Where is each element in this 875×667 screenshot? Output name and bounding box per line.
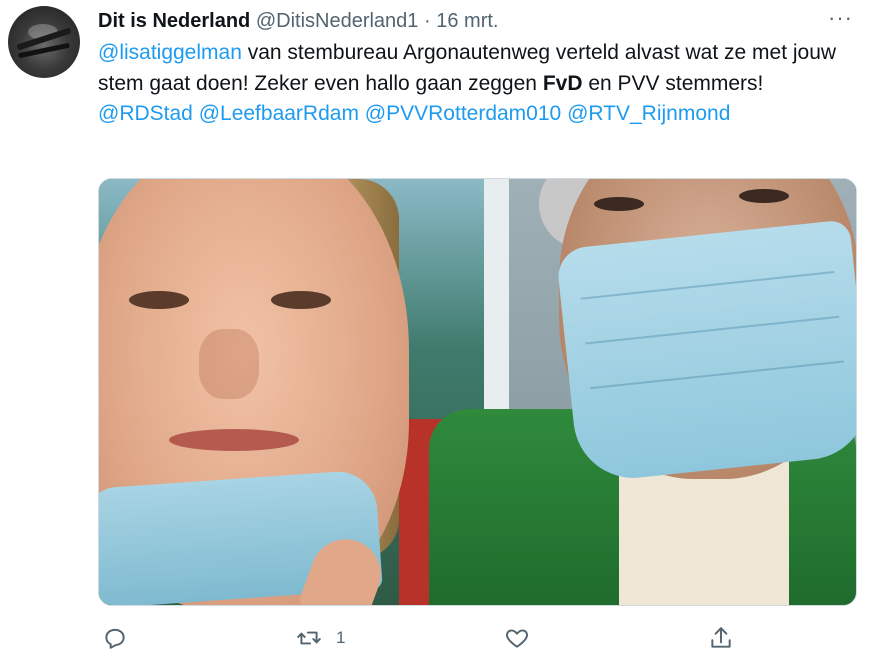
author-name[interactable]: Dit is Nederland bbox=[98, 10, 250, 32]
tweet-text: @lisatiggelman van stembureau Argonauten… bbox=[98, 38, 848, 130]
tweet-date[interactable]: 16 mrt. bbox=[436, 10, 498, 32]
tweet-text-segment: en PVV stemmers! bbox=[582, 71, 764, 95]
photo-eye bbox=[271, 291, 331, 309]
mention-link[interactable]: @LeefbaarRdam bbox=[199, 102, 359, 125]
retweet-button[interactable]: 1 bbox=[296, 622, 345, 654]
photo-mouth bbox=[169, 429, 299, 451]
mention-link[interactable]: @RDStad bbox=[98, 102, 193, 125]
retweet-icon bbox=[297, 631, 321, 645]
photo-eye bbox=[594, 197, 644, 211]
tweet: Dit is Nederland @DitisNederland1 · 16 m… bbox=[0, 0, 875, 667]
mention-link[interactable]: @PVVRotterdam010 bbox=[365, 102, 561, 125]
mask-pleat bbox=[580, 271, 835, 300]
retweet-count: 1 bbox=[336, 628, 346, 647]
tweet-actions: 1 bbox=[98, 622, 855, 654]
mention-link[interactable]: @lisatiggelman bbox=[98, 41, 242, 64]
mask-pleat bbox=[590, 360, 844, 390]
heart-icon bbox=[506, 629, 528, 648]
photo-face-mask bbox=[555, 219, 856, 484]
mention-link[interactable]: @RTV_Rijnmond bbox=[567, 102, 730, 125]
tweet-header: Dit is Nederland @DitisNederland1 · 16 m… bbox=[98, 9, 498, 33]
tweet-photo[interactable] bbox=[98, 178, 857, 606]
more-options-icon[interactable]: ··· bbox=[828, 7, 853, 29]
separator-dot: · bbox=[424, 10, 431, 32]
author-handle[interactable]: @DitisNederland1 bbox=[256, 10, 419, 32]
photo-eye bbox=[129, 291, 189, 309]
photo-nose bbox=[199, 329, 259, 399]
tweet-text-bold: FvD bbox=[542, 71, 583, 95]
share-button[interactable] bbox=[708, 622, 734, 654]
photo-eye bbox=[739, 189, 789, 203]
like-button[interactable] bbox=[504, 622, 530, 654]
mask-pleat bbox=[585, 315, 840, 345]
share-icon bbox=[711, 627, 731, 648]
avatar[interactable] bbox=[8, 6, 80, 78]
reply-icon bbox=[105, 628, 125, 649]
reply-button[interactable] bbox=[102, 622, 128, 654]
